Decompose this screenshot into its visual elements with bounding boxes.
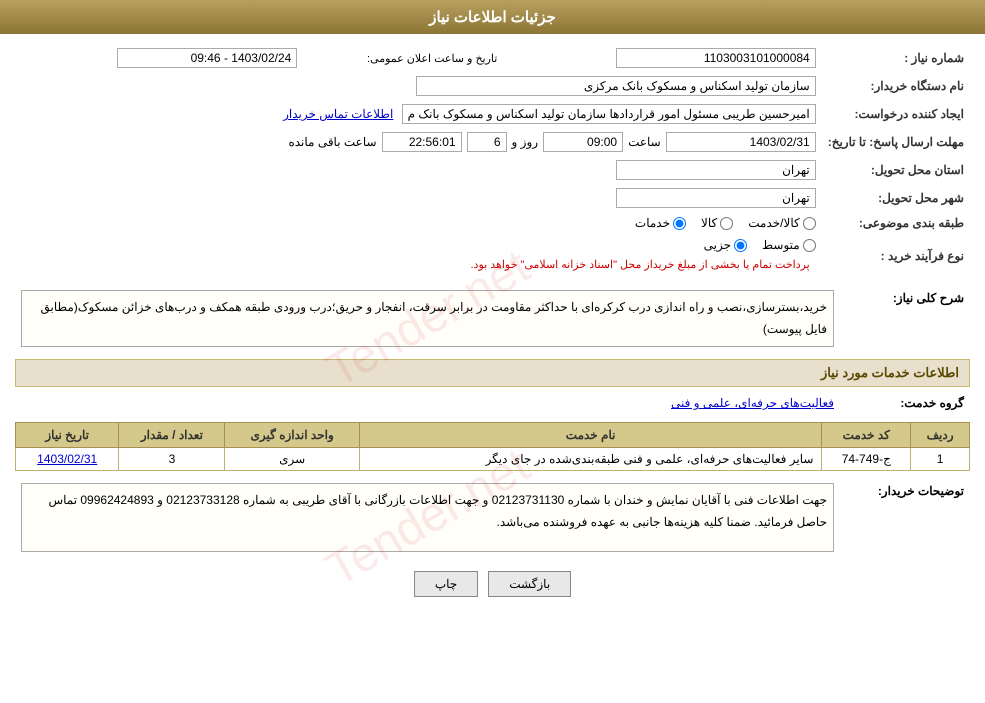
- cell-kod: ج-749-74: [822, 448, 911, 471]
- saat-label: ساعت: [628, 135, 661, 149]
- sharh-value: خرید،بسترسازی،نصب و راه اندازی درب کرکره…: [28, 297, 827, 340]
- rooz-label: روز و: [512, 135, 539, 149]
- grooh-label: گروه خدمت:: [840, 392, 970, 414]
- shomara-niaz-label: شماره نیاز :: [822, 44, 970, 72]
- radio-kala[interactable]: کالا: [701, 216, 733, 230]
- tarikh-aelaan-value: 1403/02/24 - 09:46: [117, 48, 297, 68]
- shomara-niaz-row: شماره نیاز : 1103003101000084 تاریخ و سا…: [15, 44, 970, 72]
- ijad-konande-value: امیرحسین طریبی مسئول امور قراردادها سازم…: [15, 100, 822, 128]
- ostan-label: استان محل تحویل:: [822, 156, 970, 184]
- col-radif: ردیف: [911, 423, 970, 448]
- tavzih-label: توضیحات خریدار:: [840, 479, 970, 556]
- rooz-value: 6: [467, 132, 507, 152]
- services-table: ردیف کد خدمت نام خدمت واحد اندازه گیری ت…: [15, 422, 970, 471]
- faraind-row: نوع فرآیند خرید : متوسط جزیی: [15, 234, 970, 278]
- page-wrapper: جزئیات اطلاعات نیاز شماره نیاز : 1103003…: [0, 0, 985, 703]
- mohlat-date: 1403/02/31: [666, 132, 816, 152]
- mohlat-label: مهلت ارسال پاسخ: تا تاریخ:: [822, 128, 970, 156]
- shahr-row: شهر محل تحویل: تهران: [15, 184, 970, 212]
- baqi-mande-label: ساعت باقی مانده: [288, 135, 376, 149]
- col-kod: کد خدمت: [822, 423, 911, 448]
- radio-motovaset[interactable]: متوسط: [762, 238, 816, 252]
- col-vahed: واحد اندازه گیری: [225, 423, 359, 448]
- nam-dastgah-value: سازمان تولید اسکناس و مسکوک بانک مرکزی: [15, 72, 822, 100]
- tasnif-radio-group: کالا/خدمت کالا خدمات: [21, 216, 816, 230]
- ostan-value: تهران: [616, 160, 816, 180]
- page-title: جزئیات اطلاعات نیاز: [429, 9, 556, 26]
- sharh-table: شرح کلی نیاز: Tender.net خرید،بسترسازی،ن…: [15, 286, 970, 351]
- radio-jozvi[interactable]: جزیی: [704, 238, 747, 252]
- cell-tarikh: 1403/02/31: [16, 448, 119, 471]
- ijad-konande-link[interactable]: اطلاعات تماس خریدار: [283, 107, 393, 121]
- shahr-label: شهر محل تحویل:: [822, 184, 970, 212]
- cell-vahed: سری: [225, 448, 359, 471]
- cell-name: سایر فعالیت‌های حرفه‌ای، علمی و فنی طبقه…: [359, 448, 822, 471]
- radio-khadamat[interactable]: خدمات: [635, 216, 686, 230]
- table-row: 1 ج-749-74 سایر فعالیت‌های حرفه‌ای، علمی…: [16, 448, 970, 471]
- tasnif-label: طبقه بندی موضوعی:: [822, 212, 970, 234]
- main-content: شماره نیاز : 1103003101000084 تاریخ و سا…: [0, 34, 985, 617]
- faraind-radio-group: متوسط جزیی: [21, 238, 816, 252]
- baqi-mande-value: 22:56:01: [382, 132, 462, 152]
- cell-tedad: 3: [119, 448, 225, 471]
- grooh-value[interactable]: فعالیت‌های حرفه‌ای، علمی و فنی: [671, 396, 834, 410]
- ostan-row: استان محل تحویل: تهران: [15, 156, 970, 184]
- col-name: نام خدمت: [359, 423, 822, 448]
- footer-buttons: بازگشت چاپ: [15, 571, 970, 597]
- cell-radif: 1: [911, 448, 970, 471]
- faraind-content: متوسط جزیی پرداخت تمام یا بخشی از مبلغ خ…: [21, 238, 816, 274]
- ijad-konande-label: ایجاد کننده درخواست:: [822, 100, 970, 128]
- shomara-niaz-value: 1103003101000084: [503, 44, 821, 72]
- nam-dastgah-row: نام دستگاه خریدار: سازمان تولید اسکناس و…: [15, 72, 970, 100]
- nam-dastgah-label: نام دستگاه خریدار:: [822, 72, 970, 100]
- print-button[interactable]: چاپ: [414, 571, 478, 597]
- khadamat-section-header: اطلاعات خدمات مورد نیاز: [15, 359, 970, 387]
- shahr-value: تهران: [616, 188, 816, 208]
- faraind-label: نوع فرآیند خرید :: [822, 234, 970, 278]
- mohlat-row-inline: 1403/02/31 ساعت 09:00 روز و 6 22:56:01 س…: [21, 132, 816, 152]
- col-tarikh: تاریخ نیاز: [16, 423, 119, 448]
- tavzih-wrapper: Tender.net جهت اطلاعات فنی با آقایان نما…: [21, 483, 834, 552]
- page-header: جزئیات اطلاعات نیاز: [0, 0, 985, 34]
- sharh-label: شرح کلی نیاز:: [840, 286, 970, 351]
- return-button[interactable]: بازگشت: [488, 571, 571, 597]
- tasnif-row: طبقه بندی موضوعی: کالا/خدمت کالا: [15, 212, 970, 234]
- grooh-table: گروه خدمت: فعالیت‌های حرفه‌ای، علمی و فن…: [15, 392, 970, 414]
- ijad-konande-row: ایجاد کننده درخواست: امیرحسین طریبی مسئو…: [15, 100, 970, 128]
- radio-kala-khadamat[interactable]: کالا/خدمت: [748, 216, 815, 230]
- col-tedad: تعداد / مقدار: [119, 423, 225, 448]
- saat-value: 09:00: [543, 132, 623, 152]
- tarikh-label: تاریخ و ساعت اعلان عمومی:: [367, 53, 497, 65]
- faraind-note: پرداخت تمام یا بخشی از مبلغ خریداز محل "…: [21, 255, 816, 274]
- info-table: شماره نیاز : 1103003101000084 تاریخ و سا…: [15, 44, 970, 278]
- tavzih-table: توضیحات خریدار: Tender.net جهت اطلاعات ف…: [15, 479, 970, 556]
- sharh-value-wrapper: Tender.net خرید،بسترسازی،نصب و راه انداز…: [21, 290, 834, 347]
- mohlat-row: مهلت ارسال پاسخ: تا تاریخ: 1403/02/31 سا…: [15, 128, 970, 156]
- tavzih-value: جهت اطلاعات فنی با آقایان نمایش و خندان …: [28, 490, 827, 545]
